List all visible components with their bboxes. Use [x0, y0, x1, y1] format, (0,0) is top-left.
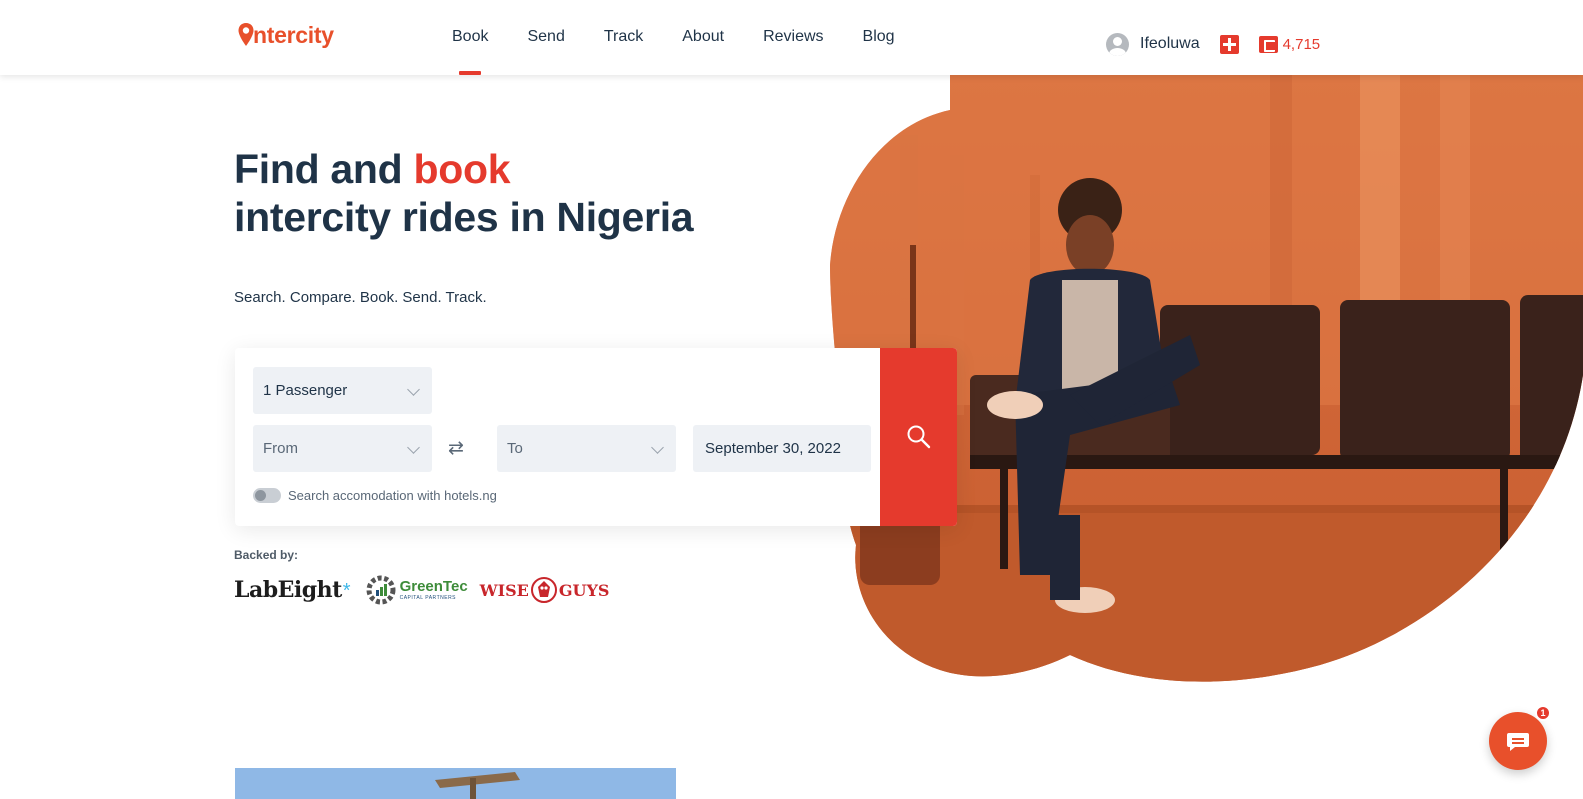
wallet-balance: 4,715 [1282, 35, 1321, 53]
greentec-logo[interactable]: GreenTec CAPITAL PARTNERS [365, 574, 468, 606]
wallet[interactable]: 4,715 [1258, 35, 1321, 53]
hotels-toggle[interactable] [253, 488, 281, 503]
search-icon [907, 425, 930, 449]
wallet-icon [1258, 35, 1278, 53]
chat-unread-badge: 1 [1535, 705, 1551, 721]
hero-title: Find and book intercity rides in Nigeria [234, 145, 694, 241]
nav-item-about[interactable]: About [682, 0, 724, 75]
labeight-logo[interactable]: LabEight* [234, 577, 351, 603]
logo-text: ntercity [253, 22, 334, 48]
chat-button[interactable] [1489, 712, 1547, 770]
main-nav: Book Send Track About Reviews Blog [452, 0, 934, 75]
title-part1: Find and [234, 146, 414, 192]
chevron-down-icon [407, 383, 420, 396]
intercity-logo[interactable]: ntercity [237, 18, 334, 48]
nav-item-blog[interactable]: Blog [863, 0, 895, 75]
nav-item-send[interactable]: Send [527, 0, 564, 75]
username[interactable]: Ifeoluwa [1140, 35, 1200, 53]
backed-by-label: Backed by: [234, 548, 299, 562]
signpost-photo [235, 768, 676, 799]
passenger-select[interactable]: 1 Passenger [253, 367, 432, 414]
passenger-value: 1 Passenger [263, 382, 348, 399]
add-funds-button[interactable] [1219, 34, 1239, 54]
date-field[interactable]: September 30, 2022 [693, 425, 871, 472]
top-header: ntercity Book Send Track About Reviews B… [0, 0, 1583, 75]
hero-subtitle: Search. Compare. Book. Send. Track. [234, 289, 487, 306]
chat-icon [1507, 733, 1529, 751]
owl-badge-icon [530, 577, 557, 603]
user-menu: Ifeoluwa 4,715 [1106, 32, 1320, 56]
nav-item-reviews[interactable]: Reviews [763, 0, 823, 75]
from-placeholder: From [263, 440, 298, 457]
location-pin-icon [238, 23, 254, 46]
from-select[interactable]: From [253, 425, 432, 472]
nav-item-track[interactable]: Track [604, 0, 643, 75]
title-accent: book [413, 146, 511, 192]
chevron-down-icon [651, 441, 664, 454]
nav-item-book[interactable]: Book [452, 0, 488, 75]
section-preview-image [235, 768, 676, 799]
gear-icon [366, 575, 396, 605]
hotels-toggle-label: Search accomodation with hotels.ng [288, 488, 497, 503]
search-button[interactable] [880, 348, 957, 526]
backer-logos: LabEight* GreenTec CAPITAL PARTNERS WISE… [234, 572, 609, 608]
wiseguys-logo[interactable]: WISE GUYS [480, 575, 609, 605]
date-value: September 30, 2022 [705, 440, 841, 457]
chevron-down-icon [407, 441, 420, 454]
search-card: 1 Passenger From ⇄ To September 30, 2022… [235, 348, 957, 526]
to-select[interactable]: To [497, 425, 676, 472]
hotels-toggle-row: Search accomodation with hotels.ng [253, 488, 497, 503]
title-part2: intercity rides in Nigeria [234, 194, 694, 240]
swap-icon[interactable]: ⇄ [448, 439, 464, 458]
avatar[interactable] [1106, 32, 1129, 56]
to-placeholder: To [507, 440, 523, 457]
